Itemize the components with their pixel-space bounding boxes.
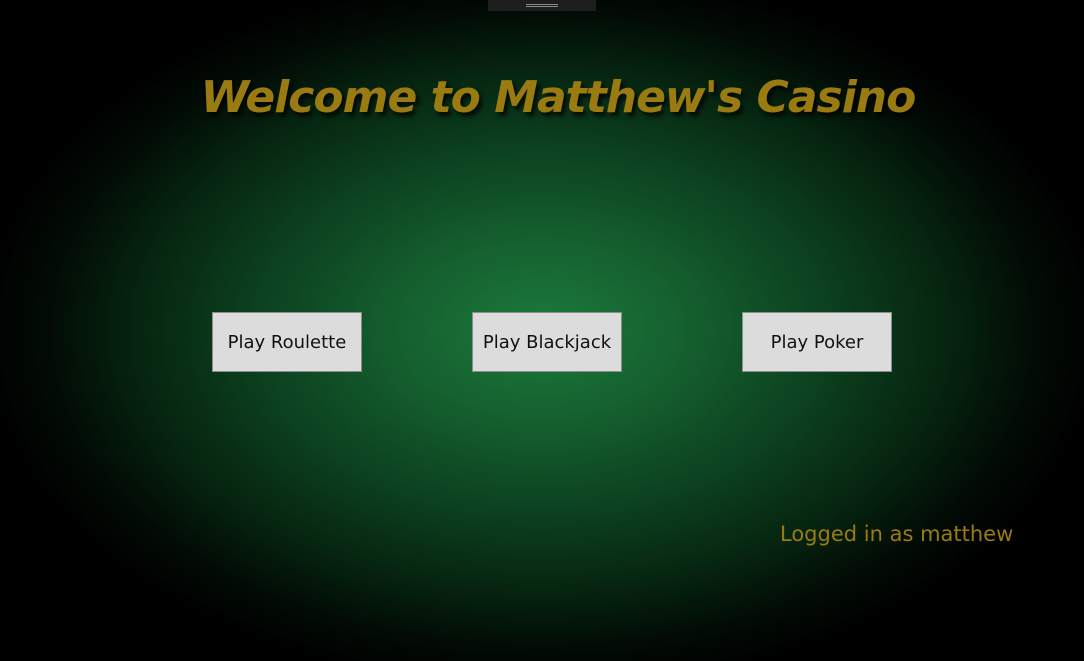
- play-blackjack-button[interactable]: Play Blackjack: [472, 312, 622, 372]
- grip-lines-icon: [526, 4, 558, 7]
- casino-window: Welcome to Matthew's Casino Play Roulett…: [0, 0, 1084, 661]
- page-title: Welcome to Matthew's Casino: [200, 72, 917, 123]
- play-roulette-button[interactable]: Play Roulette: [212, 312, 362, 372]
- login-status: Logged in as matthew: [780, 522, 1014, 546]
- play-poker-button[interactable]: Play Poker: [742, 312, 892, 372]
- window-drag-handle[interactable]: [488, 0, 596, 11]
